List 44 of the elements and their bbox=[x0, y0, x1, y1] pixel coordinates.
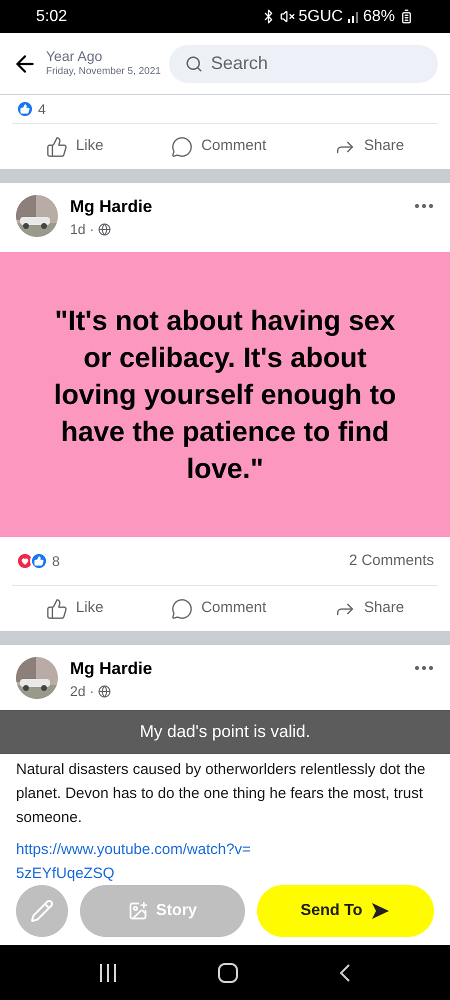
caption-text: My dad's point is valid. bbox=[140, 721, 310, 744]
share-button[interactable]: Share bbox=[326, 131, 412, 162]
speech-bubble-icon bbox=[171, 598, 194, 620]
send-arrow-icon bbox=[370, 902, 390, 920]
pencil-icon bbox=[30, 899, 54, 923]
add-story-icon bbox=[128, 901, 148, 921]
post-time: 2d · bbox=[70, 682, 94, 701]
signal-icon bbox=[346, 10, 359, 22]
thumbs-up-icon bbox=[46, 136, 68, 158]
avatar bbox=[16, 195, 58, 237]
back-icon[interactable] bbox=[338, 962, 352, 982]
status-time: 5:02 bbox=[36, 6, 68, 26]
mute-icon bbox=[280, 9, 295, 24]
speech-bubble-icon bbox=[171, 136, 194, 158]
recent-apps-icon[interactable] bbox=[98, 964, 118, 982]
search-field[interactable]: Search bbox=[168, 44, 438, 82]
reaction-count: 4 bbox=[38, 100, 46, 118]
post-time: 1d · bbox=[70, 220, 94, 239]
network-label: 5GUC bbox=[298, 6, 343, 26]
globe-icon bbox=[98, 685, 112, 698]
comment-count[interactable]: 2 Comments bbox=[348, 550, 434, 572]
date-label: Friday, November 5, 2021 bbox=[46, 64, 161, 78]
comment-button[interactable]: Comment bbox=[163, 593, 274, 624]
video-link[interactable]: https://www.youtube.com/watch?v= 5zEYfUqeZSQ bbox=[0, 830, 320, 886]
search-icon bbox=[184, 54, 203, 72]
globe-icon bbox=[98, 223, 112, 236]
quote-text: "It's not about having sex or celibacy. It's about loving yourself enough to have the patience to find love." bbox=[52, 304, 398, 486]
comment-button[interactable]: Comment bbox=[163, 131, 274, 162]
home-icon[interactable] bbox=[216, 962, 239, 984]
author-name[interactable]: Mg Hardie bbox=[70, 657, 402, 681]
avatar bbox=[16, 657, 58, 699]
battery-icon bbox=[399, 9, 414, 24]
author-name[interactable]: Mg Hardie bbox=[70, 195, 402, 219]
thumbs-up-icon bbox=[46, 598, 68, 620]
battery-level: 68% bbox=[362, 6, 395, 26]
more-icon[interactable] bbox=[414, 203, 434, 209]
send-to-button[interactable]: Send To bbox=[257, 885, 434, 937]
like-button[interactable]: Like bbox=[38, 131, 112, 162]
share-button[interactable]: Share bbox=[326, 593, 412, 624]
like-button[interactable]: Like bbox=[38, 593, 112, 624]
more-icon[interactable] bbox=[414, 665, 434, 671]
reaction-count: 8 bbox=[52, 552, 60, 570]
page-title: Year Ago bbox=[46, 48, 104, 64]
post-text: Natural disasters caused by otherworlders relentlessly dot the planet. Devon has to do the one thing he fears the most, trust someone. bbox=[15, 760, 426, 828]
